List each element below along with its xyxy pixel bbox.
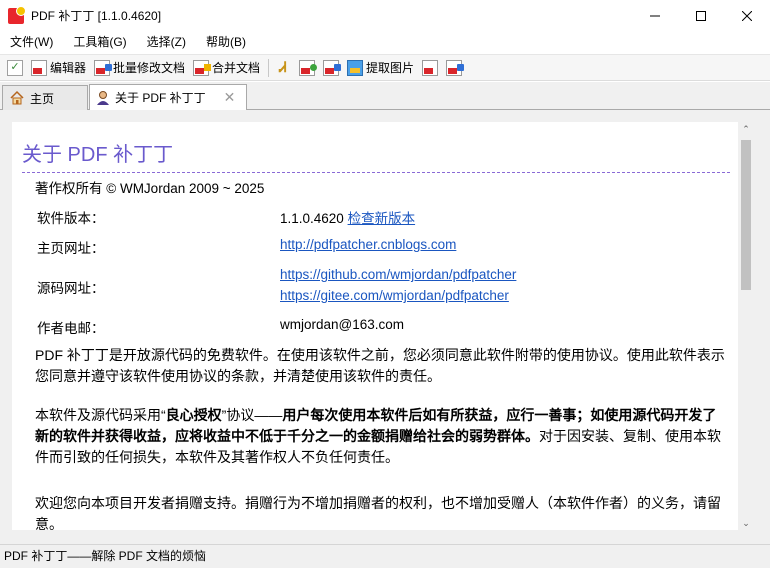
tab-about[interactable]: 关于 PDF 补丁丁 ✕ — [89, 84, 247, 110]
email-value: wmjordan@163.com — [280, 317, 405, 332]
license-terms-paragraph: 本软件及源代码采用“良心授权”协议——用户每次使用本软件后如有所获益，应行一善事… — [35, 405, 725, 468]
checkbox-icon: ✓ — [7, 59, 23, 76]
home-icon — [10, 90, 24, 105]
merge-icon — [193, 59, 212, 76]
font-button[interactable]: Ꮧ — [272, 57, 294, 79]
extract-images-button[interactable]: 提取图片 — [344, 57, 417, 79]
menu-bar: 文件(W) 工具箱(G) 选择(Z) 帮助(B) — [0, 31, 770, 53]
rename-button[interactable] — [296, 57, 318, 79]
window-title: PDF 补丁丁 [1.1.0.4620] — [31, 9, 162, 23]
export-icon — [446, 59, 465, 76]
tab-home-label: 主页 — [30, 91, 55, 106]
toolbar: ✓ 编辑器 批量修改文档 合并文档 Ꮧ 提取图片 — [0, 54, 770, 81]
email-label: 作者电邮： — [37, 321, 105, 336]
font-icon: Ꮧ — [279, 59, 287, 76]
info-icon — [323, 59, 342, 76]
homepage-label: 主页网址： — [37, 241, 105, 256]
pdf-edit-icon — [31, 59, 47, 76]
menu-toolbox[interactable]: 工具箱(G) — [63, 31, 136, 53]
image-icon — [347, 59, 364, 76]
gitee-link[interactable]: https://gitee.com/wmjordan/pdfpatcher — [280, 288, 509, 303]
status-bar: PDF 补丁丁——解除 PDF 文档的烦恼 — [0, 544, 770, 568]
source-label: 源码网址： — [37, 281, 105, 296]
merge-label: 合并文档 — [212, 61, 261, 75]
version-value-row: 1.1.0.4620 检查新版本 — [280, 207, 415, 227]
merge-button[interactable]: 合并文档 — [190, 57, 263, 79]
toolbar-separator — [268, 58, 270, 77]
close-icon — [742, 10, 752, 21]
minimize-button[interactable] — [632, 0, 678, 31]
scroll-up-icon[interactable]: ⌃ — [738, 122, 754, 136]
content-area: 关于 PDF 补丁丁 著作权所有 © WMJordan 2009 ~ 2025 … — [0, 110, 770, 544]
version-value: 1.1.0.4620 — [280, 211, 344, 226]
app-icon — [8, 5, 26, 24]
convert-icon — [422, 59, 439, 76]
maximize-icon — [696, 10, 706, 21]
license-intro-paragraph: PDF 补丁丁是开放源代码的免费软件。在使用该软件之前，您必须同意此软件附带的使… — [35, 347, 725, 384]
donation-paragraph: 欢迎您向本项目开发者捐赠支持。捐赠行为不增加捐赠者的权利，也不增加受赠人（本软件… — [35, 495, 721, 530]
copyright-text: 著作权所有 © WMJordan 2009 ~ 2025 — [35, 181, 265, 196]
version-label: 软件版本： — [37, 211, 105, 226]
homepage-link[interactable]: http://pdfpatcher.cnblogs.com — [280, 237, 456, 252]
editor-label: 编辑器 — [50, 61, 87, 75]
check-update-link[interactable]: 检查新版本 — [348, 211, 416, 226]
vertical-scrollbar[interactable]: ⌃ ⌄ — [738, 122, 754, 530]
menu-help[interactable]: 帮助(B) — [196, 31, 256, 53]
close-button[interactable] — [724, 0, 770, 31]
batch-modify-button[interactable]: 批量修改文档 — [91, 57, 188, 79]
license-name: 良心授权 — [165, 407, 222, 423]
minimize-icon — [650, 15, 660, 16]
editor-button[interactable]: 编辑器 — [28, 57, 89, 79]
window-controls — [632, 0, 770, 31]
rename-icon — [299, 59, 318, 76]
toolbar-select-button[interactable]: ✓ — [4, 57, 26, 79]
scroll-down-icon[interactable]: ⌄ — [738, 516, 754, 530]
about-document: 关于 PDF 补丁丁 著作权所有 © WMJordan 2009 ~ 2025 … — [12, 122, 738, 530]
tab-home[interactable]: 主页 — [2, 85, 88, 110]
export-button[interactable] — [443, 57, 465, 79]
batch-modify-icon — [94, 59, 113, 76]
tab-strip: 主页 关于 PDF 补丁丁 ✕ — [0, 82, 770, 110]
menu-file[interactable]: 文件(W) — [0, 31, 63, 53]
maximize-button[interactable] — [678, 0, 724, 31]
batch-modify-label: 批量修改文档 — [113, 61, 186, 75]
close-tab-icon[interactable]: ✕ — [224, 89, 236, 106]
github-link[interactable]: https://github.com/wmjordan/pdfpatcher — [280, 267, 516, 282]
info-button[interactable] — [320, 57, 342, 79]
license-mid: ”协议—— — [221, 407, 283, 423]
tab-about-label: 关于 PDF 补丁丁 — [115, 91, 206, 105]
convert-button[interactable] — [419, 57, 441, 79]
scrollbar-thumb[interactable] — [741, 140, 751, 290]
about-title: 关于 PDF 补丁丁 — [22, 138, 730, 173]
user-icon — [97, 90, 109, 105]
title-bar: PDF 补丁丁 [1.1.0.4620] — [0, 0, 770, 31]
menu-select[interactable]: 选择(Z) — [137, 31, 196, 53]
extract-images-label: 提取图片 — [366, 61, 415, 75]
license-pre: 本软件及源代码采用“ — [35, 407, 166, 423]
